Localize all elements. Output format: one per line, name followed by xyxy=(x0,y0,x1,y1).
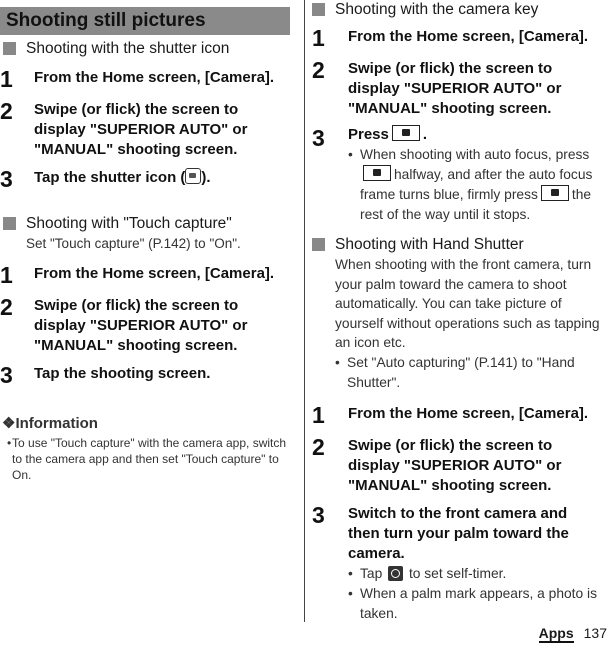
square-bullet-icon xyxy=(3,42,16,55)
information-bullet: • To use "Touch capture" with the camera… xyxy=(7,436,287,482)
step-1: 1 From the Home screen, [Camera]. xyxy=(312,25,589,51)
step-2: 2 Swipe (or flick) the screen to display… xyxy=(0,98,248,158)
section-description: Set "Touch capture" (P.142) to "On". xyxy=(26,236,241,251)
step-bullet: • When shooting with auto focus, pressha… xyxy=(348,147,593,222)
camera-key-icon xyxy=(391,125,420,141)
square-bullet-icon xyxy=(312,238,325,251)
section-heading-shutter-icon: Shooting with the shutter icon xyxy=(0,39,298,59)
camera-key-icon xyxy=(363,165,391,181)
page-footer: Apps 137 xyxy=(538,625,607,643)
page-number: 137 xyxy=(583,625,607,641)
section-heading-hand-shutter: Shooting with Hand Shutter When shooting… xyxy=(312,235,607,393)
step-3: 3 Switch to the front camera and then tu… xyxy=(312,502,607,624)
step-bullet: • Tap to set self-timer. xyxy=(348,565,507,581)
section-heading-camera-key: Shooting with the camera key xyxy=(312,0,607,20)
step-1: 1 From the Home screen, [Camera]. xyxy=(0,66,275,92)
section-bullet: • Set "Auto capturing" (P.141) to "Hand … xyxy=(335,354,575,390)
column-divider xyxy=(304,0,305,622)
step-2: 2 Swipe (or flick) the screen to display… xyxy=(312,57,562,117)
right-column: Shooting with the camera key 1 From the … xyxy=(312,0,607,624)
information-heading: ❖Information xyxy=(2,415,98,432)
self-timer-icon xyxy=(388,565,404,581)
shutter-icon xyxy=(185,168,202,184)
step-3: 3 Tap the shutter icon (). xyxy=(0,166,211,192)
step-2: 2 Swipe (or flick) the screen to display… xyxy=(312,433,562,494)
information-box: ❖Information • To use "Touch capture" wi… xyxy=(0,414,298,483)
step-bullet: • When a palm mark appears, a photo is t… xyxy=(348,585,597,621)
square-bullet-icon xyxy=(312,3,325,16)
step-2: 2 Swipe (or flick) the screen to display… xyxy=(0,294,248,354)
camera-key-icon xyxy=(540,185,569,201)
step-3: 3 Press. • When shooting with auto focus… xyxy=(312,125,607,225)
step-3: 3 Tap the shooting screen. xyxy=(0,362,211,388)
step-1: 1 From the Home screen, [Camera]. xyxy=(312,401,589,428)
page-title: Shooting still pictures xyxy=(0,7,290,35)
section-description: When shooting with the front camera, tur… xyxy=(335,257,600,350)
step-1: 1 From the Home screen, [Camera]. xyxy=(0,262,275,288)
footer-section-label: Apps xyxy=(538,625,574,643)
section-heading-touch-capture: Shooting with "Touch capture" Set "Touch… xyxy=(0,214,298,253)
left-column: Shooting still pictures Shooting with th… xyxy=(0,0,298,483)
square-bullet-icon xyxy=(3,217,16,230)
